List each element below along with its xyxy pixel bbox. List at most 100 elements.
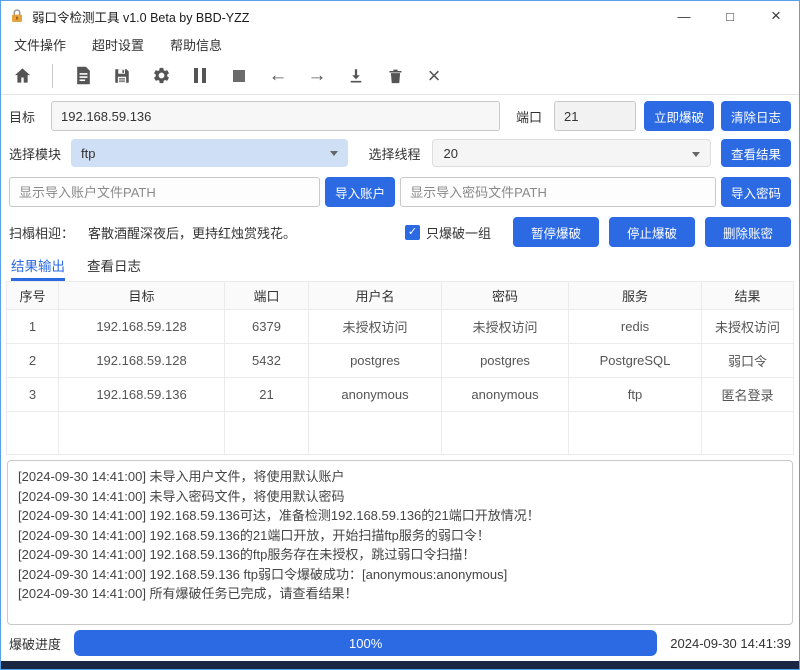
download-icon[interactable] <box>345 65 367 87</box>
stop-icon[interactable] <box>228 65 250 87</box>
table-cell: anonymous <box>442 378 569 411</box>
table-cell: 192.168.59.136 <box>59 378 225 411</box>
table-cell: 192.168.59.128 <box>59 344 225 377</box>
progress-fill: 100% <box>74 630 657 656</box>
threads-label: 选择线程 <box>368 144 420 163</box>
module-row: 选择模块 ftp 选择线程 20 查看结果 <box>1 139 799 167</box>
table-cell: 192.168.59.128 <box>59 310 225 343</box>
table-filler-cell <box>569 412 702 454</box>
table-cell: postgres <box>442 344 569 377</box>
table-cell: PostgreSQL <box>569 344 702 377</box>
control-row: 扫榻相迎： 客散酒醒深夜后，更持红烛赏残花。 ✓ 只爆破一组 暂停爆破 停止爆破… <box>1 217 799 247</box>
home-icon[interactable] <box>11 65 33 87</box>
module-select[interactable]: ftp <box>71 139 348 167</box>
close-x-icon[interactable]: × <box>423 65 445 87</box>
chevron-down-icon <box>692 152 700 157</box>
table-cell: 弱口令 <box>702 344 793 377</box>
start-attack-button[interactable]: 立即爆破 <box>644 101 714 131</box>
table-header-cell: 密码 <box>442 282 569 309</box>
maximize-button[interactable]: □ <box>707 1 753 31</box>
minimize-button[interactable]: — <box>661 1 707 31</box>
threads-select[interactable]: 20 <box>432 139 711 167</box>
user-file-path-input[interactable] <box>9 177 320 207</box>
import-row: 导入账户 导入密码 <box>1 177 799 207</box>
delete-credentials-button[interactable]: 删除账密 <box>705 217 791 247</box>
chevron-down-icon <box>330 151 338 156</box>
pause-attack-button[interactable]: 暂停爆破 <box>513 217 599 247</box>
result-tabs: 结果输出 查看日志 <box>1 255 799 281</box>
pause-icon[interactable] <box>189 65 211 87</box>
new-file-icon[interactable] <box>72 65 94 87</box>
table-row[interactable]: 2192.168.59.1285432postgrespostgresPostg… <box>7 344 793 378</box>
stop-attack-button[interactable]: 停止爆破 <box>609 217 695 247</box>
table-cell: postgres <box>309 344 442 377</box>
log-output: [2024-09-30 14:41:00] 未导入用户文件，将使用默认账户[20… <box>7 460 793 625</box>
app-lock-icon <box>9 8 25 24</box>
back-arrow-icon[interactable]: ← <box>267 65 289 87</box>
table-row[interactable]: 1192.168.59.1286379未授权访问未授权访问redis未授权访问 <box>7 310 793 344</box>
menu-timeout-settings[interactable]: 超时设置 <box>92 35 144 54</box>
table-filler-cell <box>309 412 442 454</box>
target-row: 目标 端口 立即爆破 清除日志 <box>1 101 799 131</box>
table-cell: 未授权访问 <box>309 310 442 343</box>
titlebar: 弱口令检测工具 v1.0 Beta by BBD-YZZ — □ × <box>1 1 799 31</box>
log-line: [2024-09-30 14:41:00] 192.168.59.136 ftp… <box>18 565 782 585</box>
target-label: 目标 <box>9 107 35 126</box>
import-pass-button[interactable]: 导入密码 <box>721 177 791 207</box>
table-cell: 3 <box>7 378 59 411</box>
forward-arrow-icon[interactable]: → <box>306 65 328 87</box>
module-select-value: ftp <box>81 146 95 161</box>
single-group-checkbox[interactable]: ✓ <box>405 225 420 240</box>
table-cell: 未授权访问 <box>442 310 569 343</box>
greeting-text: 客散酒醒深夜后，更持红烛赏残花。 <box>88 223 296 242</box>
table-filler-cell <box>702 412 793 454</box>
table-cell: 5432 <box>225 344 309 377</box>
threads-select-value: 20 <box>443 146 457 161</box>
close-button[interactable]: × <box>753 1 799 31</box>
single-group-checkbox-label: 只爆破一组 <box>426 223 491 242</box>
settings-icon[interactable] <box>150 65 172 87</box>
table-header-row: 序号目标端口用户名密码服务结果 <box>7 282 793 310</box>
log-line: [2024-09-30 14:41:00] 未导入密码文件，将使用默认密码 <box>18 487 782 507</box>
table-filler-cell <box>59 412 225 454</box>
table-header-cell: 服务 <box>569 282 702 309</box>
target-input[interactable] <box>51 101 500 131</box>
pass-file-path-input[interactable] <box>400 177 716 207</box>
results-table: 序号目标端口用户名密码服务结果 1192.168.59.1286379未授权访问… <box>6 281 794 455</box>
status-timestamp: 2024-09-30 14:41:39 <box>670 636 791 651</box>
table-cell: anonymous <box>309 378 442 411</box>
table-filler-cell <box>225 412 309 454</box>
save-icon[interactable] <box>111 65 133 87</box>
tab-view-log[interactable]: 查看日志 <box>87 255 141 281</box>
log-line: [2024-09-30 14:41:00] 所有爆破任务已完成，请查看结果！ <box>18 584 782 604</box>
table-cell: 匿名登录 <box>702 378 793 411</box>
log-line: [2024-09-30 14:41:00] 192.168.59.136的ftp… <box>18 545 782 565</box>
import-users-button[interactable]: 导入账户 <box>325 177 395 207</box>
table-body: 1192.168.59.1286379未授权访问未授权访问redis未授权访问2… <box>7 310 793 412</box>
table-cell: ftp <box>569 378 702 411</box>
table-header-cell: 端口 <box>225 282 309 309</box>
toolbar-separator <box>52 64 53 88</box>
view-results-button[interactable]: 查看结果 <box>721 139 791 167</box>
progress-label: 爆破进度 <box>9 634 61 653</box>
table-header-cell: 结果 <box>702 282 793 309</box>
table-header-cell: 目标 <box>59 282 225 309</box>
progress-bar: 100% <box>74 630 657 656</box>
table-header-cell: 序号 <box>7 282 59 309</box>
table-row[interactable]: 3192.168.59.13621anonymousanonymousftp匿名… <box>7 378 793 412</box>
module-label: 选择模块 <box>9 144 61 163</box>
port-input[interactable] <box>554 101 636 131</box>
table-cell: 2 <box>7 344 59 377</box>
statusbar: 爆破进度 100% 2024-09-30 14:41:39 <box>1 625 799 661</box>
log-line: [2024-09-30 14:41:00] 未导入用户文件，将使用默认账户 <box>18 467 782 487</box>
tab-result-output[interactable]: 结果输出 <box>11 255 65 281</box>
menu-help-info[interactable]: 帮助信息 <box>170 35 222 54</box>
table-cell: redis <box>569 310 702 343</box>
taskbar-edge-strip <box>1 661 799 669</box>
menu-file-operations[interactable]: 文件操作 <box>14 35 66 54</box>
window-title: 弱口令检测工具 v1.0 Beta by BBD-YZZ <box>32 7 249 26</box>
port-label: 端口 <box>516 107 542 126</box>
trash-icon[interactable] <box>384 65 406 87</box>
clear-log-button[interactable]: 清除日志 <box>721 101 791 131</box>
log-line: [2024-09-30 14:41:00] 192.168.59.136的21端… <box>18 526 782 546</box>
